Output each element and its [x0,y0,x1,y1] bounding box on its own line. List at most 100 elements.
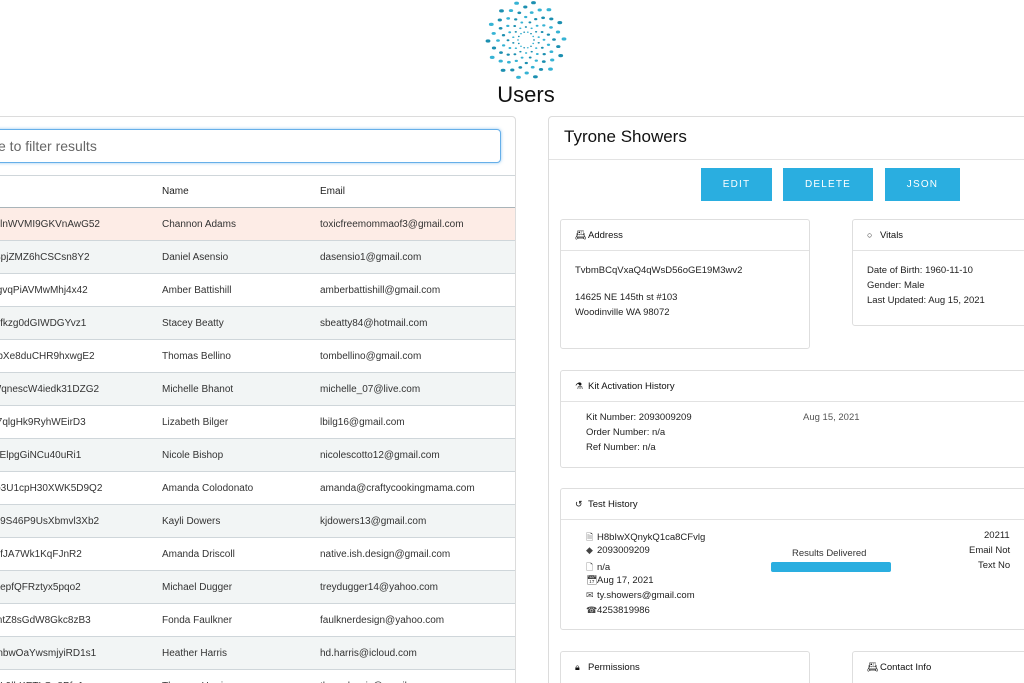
address-card-icon: 📇︎ [575,230,587,240]
table-row[interactable]: z8ElpgGiNCu40uRi1 Nicole Bishop nicolescot… [0,439,515,472]
permissions-card: 🔒︎ Permissions [560,651,810,683]
email-notification-status: Email Not [969,545,1011,556]
user-id-cell: oaepfQFRztyx5pqo2 [0,582,81,593]
filter-wrapper [0,129,501,163]
user-name-cell: Michelle Bhanot [162,384,234,395]
test-history-title: Test History [588,499,638,510]
address-card-header: 📇︎ Address [561,220,809,251]
history-icon: ↺ [575,499,583,509]
phone-icon: ☎ [586,605,598,615]
kit-number: Kit Number: 2093009209 [586,412,692,423]
kit-activation-card: ⚗ Kit Activation History Kit Number: 2093… [560,370,1024,468]
user-email-cell: lbilg16@gmail.com [320,417,405,428]
kit-activation-header: ⚗ Kit Activation History [561,371,1024,402]
vitals-gender: Gender: Male [867,280,925,291]
users-table: Name Email aulnWVMI9GKVnAwG52 Channon Ada… [0,175,515,683]
user-name-cell: Thomas Bellino [162,351,231,362]
lock-icon: 🔒︎ [575,662,580,672]
test-email: ty.showers@gmail.com [597,590,695,601]
contact-info-card: 📇︎ Contact Info [852,651,1024,683]
user-email-cell: dasensio1@gmail.com [320,252,422,263]
test-date: Aug 17, 2021 [597,575,654,586]
table-row[interactable]: aulnWVMI9GKVnAwG52 Channon Adams toxicfree… [0,208,515,241]
table-row[interactable]: oaepfQFRztyx5pqo2 Michael Dugger treydugge… [0,571,515,604]
json-button[interactable]: JSON [885,168,960,201]
test-kit-row: ◆ 2093009209 [586,545,650,556]
table-row[interactable]: gh9S46P9UsXbmvl3Xb2 Kayli Dowers kjdowers1… [0,505,515,538]
spiral-dots-logo-icon [485,1,567,79]
address-id: TvbmBCqVxaQ4qWsD56oGE19M3wv2 [575,265,743,276]
user-id-cell: aulnWVMI9GKVnAwG52 [0,219,100,230]
calendar-icon: 📅︎ [586,575,598,585]
user-email-cell: faulknerdesign@yahoo.com [320,615,445,626]
table-row[interactable]: luntZ8sGdW8Gkc8zB3 Fonda Faulkner faulkner… [0,604,515,637]
text-notification-status: Text No [978,560,1011,571]
table-header: Name Email [0,175,515,208]
user-email-cell: amberbattishill@gmail.com [320,285,441,296]
table-row[interactable]: Zp3U1cpH30XWK5D9Q2 Amanda Colodonato amand… [0,472,515,505]
user-email-cell: tombellino@gmail.com [320,351,422,362]
user-email-cell: amanda@craftycookingmama.com [320,483,475,494]
column-header-name[interactable]: Name [162,186,189,197]
envelope-icon: ✉ [586,590,594,600]
test-phone: 4253819986 [597,605,650,616]
table-row[interactable]: IWqnescW4iedk31DZG2 Michelle Bhanot michel… [0,373,515,406]
test-kit-number: 2093009209 [597,545,650,556]
table-row[interactable]: q5fJA7Wk1KqFJnR2 Amanda Driscoll native.is… [0,538,515,571]
user-id-cell: Zp3U1cpH30XWK5D9Q2 [0,483,103,494]
table-row[interactable]: dl7qlgHk9RyhWEirD3 Lizabeth Bilger lbilg16… [0,406,515,439]
kit-activation-date: Aug 15, 2021 [803,412,860,423]
vitals-dob: Date of Birth: 1960-11-10 [867,265,973,276]
table-row[interactable]: f0bXe8duCHR9hxwgE2 Thomas Bellino tombelli… [0,340,515,373]
user-email-cell: toxicfreemommaof3@gmail.com [320,219,464,230]
user-id-cell: F3pjZMZ6hCSCsn8Y2 [0,252,90,263]
table-row[interactable]: 1dfkzg0dGIWDGYvz1 Stacey Beatty sbeatty84@… [0,307,515,340]
table-row[interactable]: d7L9lbKETLOo8Pfq1Theresa Harristhresahar… [0,670,515,683]
delete-button[interactable]: DELETE [783,168,873,201]
user-name-cell: Lizabeth Bilger [162,417,229,428]
user-name-cell: Fonda Faulkner [162,615,233,626]
test-history-header: ↺ Test History [561,489,1024,520]
user-email-cell: hd.harris@icloud.com [320,648,417,659]
filter-input[interactable] [0,129,501,163]
users-page: Users Name Email aulnWVMI9GKVnAwG52 Chann… [0,0,1024,683]
user-name-cell: Amber Battishill [162,285,232,296]
tag-icon: ◆ [586,545,593,555]
kit-activation-title: Kit Activation History [588,381,675,392]
user-name-cell: Amanda Driscoll [162,549,235,560]
order-number: Order Number: n/a [586,427,666,438]
vitals-card-title: Vitals [880,230,904,241]
test-id: H8bIwXQnykQ1ca8CFvlg [597,532,706,543]
user-name-cell: Michael Dugger [162,582,233,593]
user-id-cell: f0bXe8duCHR9hxwgE2 [0,351,95,362]
vitals-card: ○ Vitals Date of Birth: 1960-11-10 Gender… [852,219,1024,326]
table-row[interactable]: MnbwOaYwsmjyiRD1s1 Heather Harris hd.harri… [0,637,515,670]
test-date-row: 📅︎Aug 17, 2021 [586,575,654,586]
user-id-cell: MnbwOaYwsmjyiRD1s1 [0,648,97,659]
contact-info-header: 📇︎ Contact Info [853,652,1024,683]
user-id-cell: luntZ8sGdW8Gkc8zB3 [0,615,91,626]
table-row[interactable]: F3pjZMZ6hCSCsn8Y2 Daniel Asensio dasensio1… [0,241,515,274]
user-name-cell: Channon Adams [162,219,236,230]
user-id-cell: 1dfkzg0dGIWDGYvz1 [0,318,87,329]
test-email-row: ✉ ty.showers@gmail.com [586,590,695,601]
address-card: 📇︎ Address TvbmBCqVxaQ4qWsD56oGE19M3wv2 1… [560,219,810,349]
test-phone-row: ☎4253819986 [586,605,650,616]
table-body: aulnWVMI9GKVnAwG52 Channon Adams toxicfree… [0,208,515,683]
ref-number: Ref Number: n/a [586,442,656,453]
user-id-cell: IWqnescW4iedk31DZG2 [0,384,100,395]
edit-button[interactable]: EDIT [701,168,772,201]
divider [549,159,1024,160]
user-name-cell: Stacey Beatty [162,318,224,329]
user-name-cell: Heather Harris [162,648,228,659]
address-line-1: 14625 NE 145th st #103 [575,292,678,303]
table-row[interactable]: QgvqPiAVMwMhj4x42 Amber Battishill amberba… [0,274,515,307]
user-id-cell: QgvqPiAVMwMhj4x42 [0,285,88,296]
test-file-row: 🗋︎ n/a [586,560,610,576]
contact-info-title: Contact Info [880,662,932,673]
document-icon: 🗎︎ [586,532,594,542]
test-status-label: Results Delivered [792,548,867,559]
column-header-email[interactable]: Email [320,186,345,197]
user-id-cell: z8ElpgGiNCu40uRi1 [0,450,82,461]
contact-card-icon: 📇︎ [867,662,879,672]
